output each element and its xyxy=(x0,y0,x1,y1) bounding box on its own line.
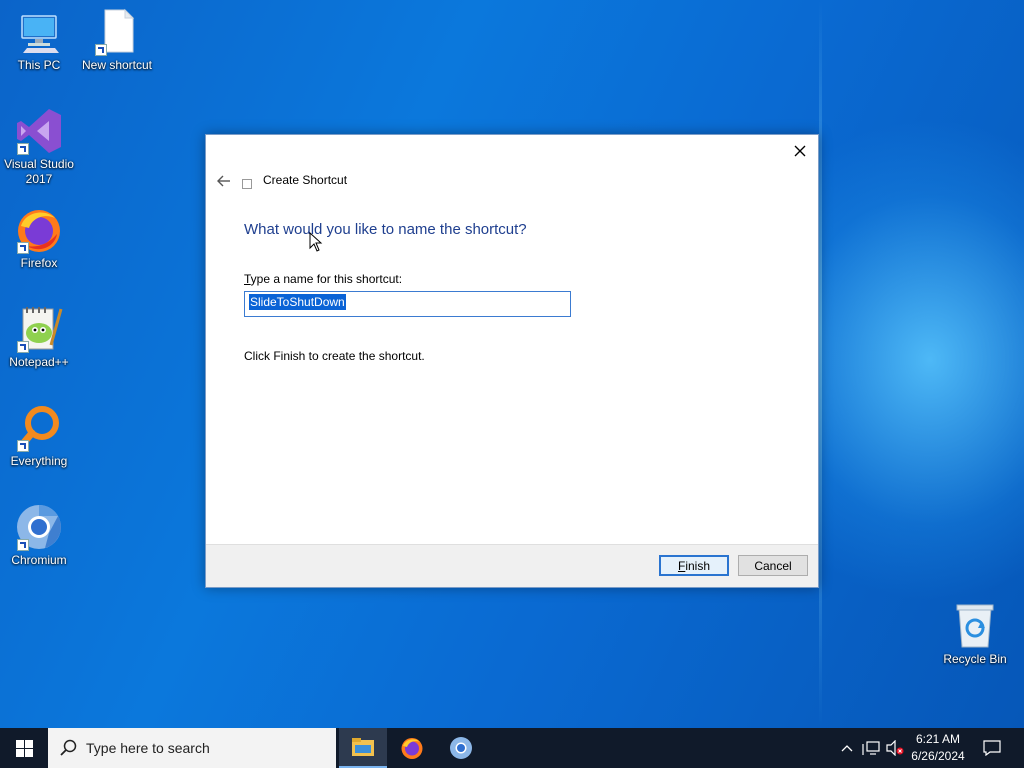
show-hidden-icons-button[interactable] xyxy=(838,728,856,768)
desktop-icon-this-pc[interactable]: This PC xyxy=(1,8,77,73)
desktop-icon-recycle-bin[interactable]: Recycle Bin xyxy=(937,602,1013,667)
shortcut-name-input[interactable]: SlideToShutDown xyxy=(244,291,571,317)
start-button[interactable] xyxy=(0,728,48,768)
desktop-icon-label: Chromium xyxy=(11,553,67,567)
dialog-heading: What would you like to name the shortcut… xyxy=(244,221,527,238)
shortcut-arrow-icon xyxy=(17,143,29,155)
desktop-icon-firefox[interactable]: Firefox xyxy=(1,206,77,271)
close-icon xyxy=(794,145,806,157)
desktop-icon-label: New shortcut xyxy=(81,58,153,72)
taskbar-search-box[interactable]: Type here to search xyxy=(48,728,336,768)
desktop-icon-label: Notepad++ xyxy=(9,355,69,369)
chevron-up-icon xyxy=(841,745,853,752)
blank-file-icon xyxy=(93,8,141,56)
dialog-footer: Finish Cancel xyxy=(206,544,818,587)
back-button[interactable] xyxy=(212,169,236,193)
desktop-icon-label: This PC xyxy=(17,58,61,72)
finish-accesskey: F xyxy=(677,558,686,573)
clock-time: 6:21 AM xyxy=(915,732,961,746)
finish-hint: Click Finish to create the shortcut. xyxy=(244,349,425,363)
label-accesskey: T xyxy=(244,272,251,286)
close-button[interactable] xyxy=(788,139,812,163)
windows-logo-icon xyxy=(15,739,33,757)
name-field-label: Type a name for this shortcut: xyxy=(244,272,402,286)
network-icon xyxy=(862,741,880,755)
shortcut-arrow-icon xyxy=(95,44,107,56)
desktop-icon-label: Visual Studio 2017 xyxy=(4,157,74,186)
desktop-icon-chromium[interactable]: Chromium xyxy=(1,503,77,568)
desktop-icon-label: Everything xyxy=(10,454,68,468)
clock[interactable]: 6:21 AM 6/26/2024 xyxy=(906,731,970,765)
taskbar-chromium[interactable] xyxy=(437,728,485,768)
computer-icon xyxy=(15,8,63,56)
recycle-bin-icon xyxy=(951,602,999,650)
back-arrow-icon xyxy=(217,175,230,187)
notification-icon xyxy=(983,740,1001,756)
desktop-icon-label: Recycle Bin xyxy=(943,652,1007,666)
finish-label: inish xyxy=(685,558,711,573)
desktop-icon-new-shortcut[interactable]: New shortcut xyxy=(79,8,155,73)
everything-search-icon xyxy=(15,404,63,452)
cancel-button[interactable]: Cancel xyxy=(738,555,808,576)
shortcut-arrow-icon xyxy=(17,341,29,353)
taskbar-file-explorer[interactable] xyxy=(339,728,387,768)
firefox-icon xyxy=(401,738,423,759)
notepadpp-icon xyxy=(15,305,63,353)
action-center-button[interactable] xyxy=(978,728,1006,768)
taskbar-firefox[interactable] xyxy=(388,728,436,768)
desktop-icon-notepadpp[interactable]: Notepad++ xyxy=(1,305,77,370)
volume-muted-icon xyxy=(886,740,904,756)
shortcut-arrow-icon xyxy=(17,242,29,254)
shortcut-arrow-icon xyxy=(17,539,29,551)
visual-studio-icon xyxy=(15,107,63,155)
search-placeholder: Type here to search xyxy=(86,740,210,756)
volume-button[interactable] xyxy=(884,728,906,768)
selected-text: SlideToShutDown xyxy=(249,294,346,310)
shortcut-wizard-icon xyxy=(242,179,252,189)
dialog-title: Create Shortcut xyxy=(263,173,348,187)
label-text: ype a name for this shortcut: xyxy=(250,272,403,286)
chromium-icon xyxy=(15,503,63,551)
desktop-icon-label: Firefox xyxy=(20,256,58,270)
search-icon xyxy=(60,739,77,756)
desktop-icon-visual-studio[interactable]: Visual Studio 2017 xyxy=(1,107,77,187)
firefox-icon xyxy=(15,206,63,254)
network-button[interactable] xyxy=(860,728,882,768)
create-shortcut-dialog: Create Shortcut What would you like to n… xyxy=(205,134,819,588)
taskbar: Type here to search 6:21 AM 6/26/2024 xyxy=(0,728,1024,768)
file-explorer-icon xyxy=(352,738,374,756)
chromium-icon xyxy=(450,737,472,759)
finish-button[interactable]: Finish xyxy=(659,555,729,576)
desktop-icon-everything[interactable]: Everything xyxy=(1,404,77,469)
mouse-cursor-icon xyxy=(309,232,323,252)
light-beam xyxy=(819,0,822,728)
shortcut-arrow-icon xyxy=(17,440,29,452)
clock-date: 6/26/2024 xyxy=(911,749,965,763)
